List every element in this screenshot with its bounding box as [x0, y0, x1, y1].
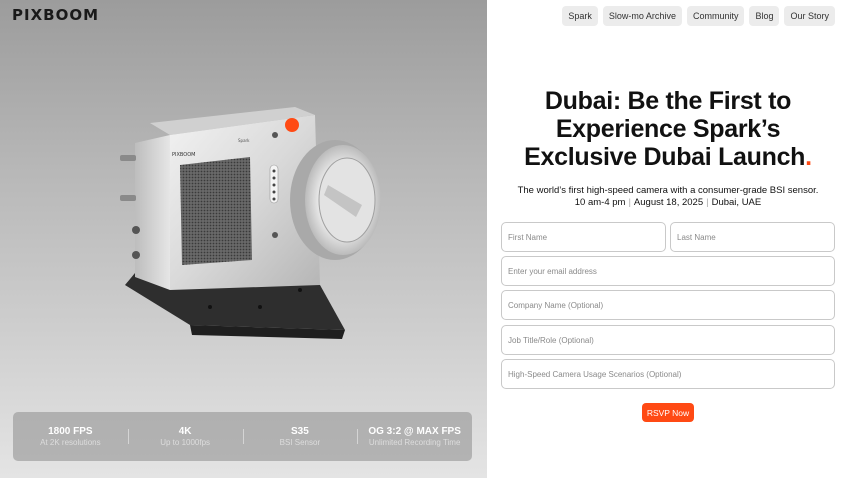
- event-meta: 10 am-4 pm | August 18, 2025 | Dubai, UAE: [497, 197, 839, 209]
- nav-item-blog[interactable]: Blog: [749, 6, 780, 26]
- job-title-field[interactable]: [501, 325, 835, 355]
- company-field[interactable]: [501, 290, 835, 320]
- page-title: Dubai: Be the First to Experience Spark’…: [497, 87, 839, 171]
- camera-illustration: PIXBOOM Spark: [120, 107, 381, 339]
- spec-subtitle: BSI Sensor: [279, 438, 321, 447]
- camera-model-text: Spark: [238, 138, 250, 143]
- spec-value: 1800 FPS: [48, 426, 93, 437]
- event-details: The world’s first high-speed camera with…: [497, 185, 839, 209]
- spec-subtitle: Up to 1000fps: [160, 438, 211, 447]
- event-tagline: The world’s first high-speed camera with…: [517, 185, 819, 196]
- hero-panel: PIXBOOM PIXBOOM Spark 1800 FPS At 2K res…: [0, 0, 487, 478]
- spec-item: 4K Up to 1000fps: [127, 426, 243, 447]
- headline-line-3: Exclusive Dubai Launch: [524, 143, 806, 171]
- separator: |: [706, 197, 709, 208]
- rsvp-button[interactable]: RSVP Now: [642, 403, 694, 422]
- spec-subtitle: Unlimited Recording Time: [368, 438, 461, 447]
- nav-item-our-story[interactable]: Our Story: [784, 6, 835, 26]
- last-name-field[interactable]: [670, 222, 835, 252]
- spec-bar: 1800 FPS At 2K resolutions 4K Up to 1000…: [13, 412, 472, 461]
- email-field[interactable]: [501, 256, 835, 286]
- usage-scenarios-field[interactable]: [501, 359, 835, 389]
- spec-subtitle: At 2K resolutions: [40, 438, 101, 447]
- nav-item-slow-mo-archive[interactable]: Slow-mo Archive: [602, 6, 682, 26]
- spec-item: OG 3:2 @ MAX FPS Unlimited Recording Tim…: [357, 426, 472, 447]
- spec-item: 1800 FPS At 2K resolutions: [13, 426, 128, 447]
- brand-logo[interactable]: PIXBOOM: [12, 6, 99, 24]
- event-date: August 18, 2025: [633, 197, 704, 208]
- top-nav: Spark Slow-mo Archive Community Blog Our…: [562, 6, 835, 26]
- camera-brand-text: PIXBOOM: [172, 152, 195, 158]
- event-location: Dubai, UAE: [711, 197, 762, 208]
- spec-item: S35 BSI Sensor: [242, 426, 358, 447]
- spec-value: S35: [290, 426, 309, 437]
- spec-value: 4K: [178, 426, 192, 437]
- nav-item-community[interactable]: Community: [686, 6, 745, 26]
- separator: |: [628, 197, 631, 208]
- headline-accent-dot: .: [805, 143, 812, 171]
- nav-item-spark[interactable]: Spark: [562, 6, 598, 26]
- event-time: 10 am-4 pm: [574, 197, 626, 208]
- headline-line-1: Dubai: Be the First to: [544, 87, 792, 115]
- spec-value: OG 3:2 @ MAX FPS: [368, 426, 461, 437]
- camera-image: PIXBOOM Spark: [110, 95, 400, 355]
- headline-line-2: Experience Spark’s: [555, 115, 781, 143]
- first-name-field[interactable]: [501, 222, 666, 252]
